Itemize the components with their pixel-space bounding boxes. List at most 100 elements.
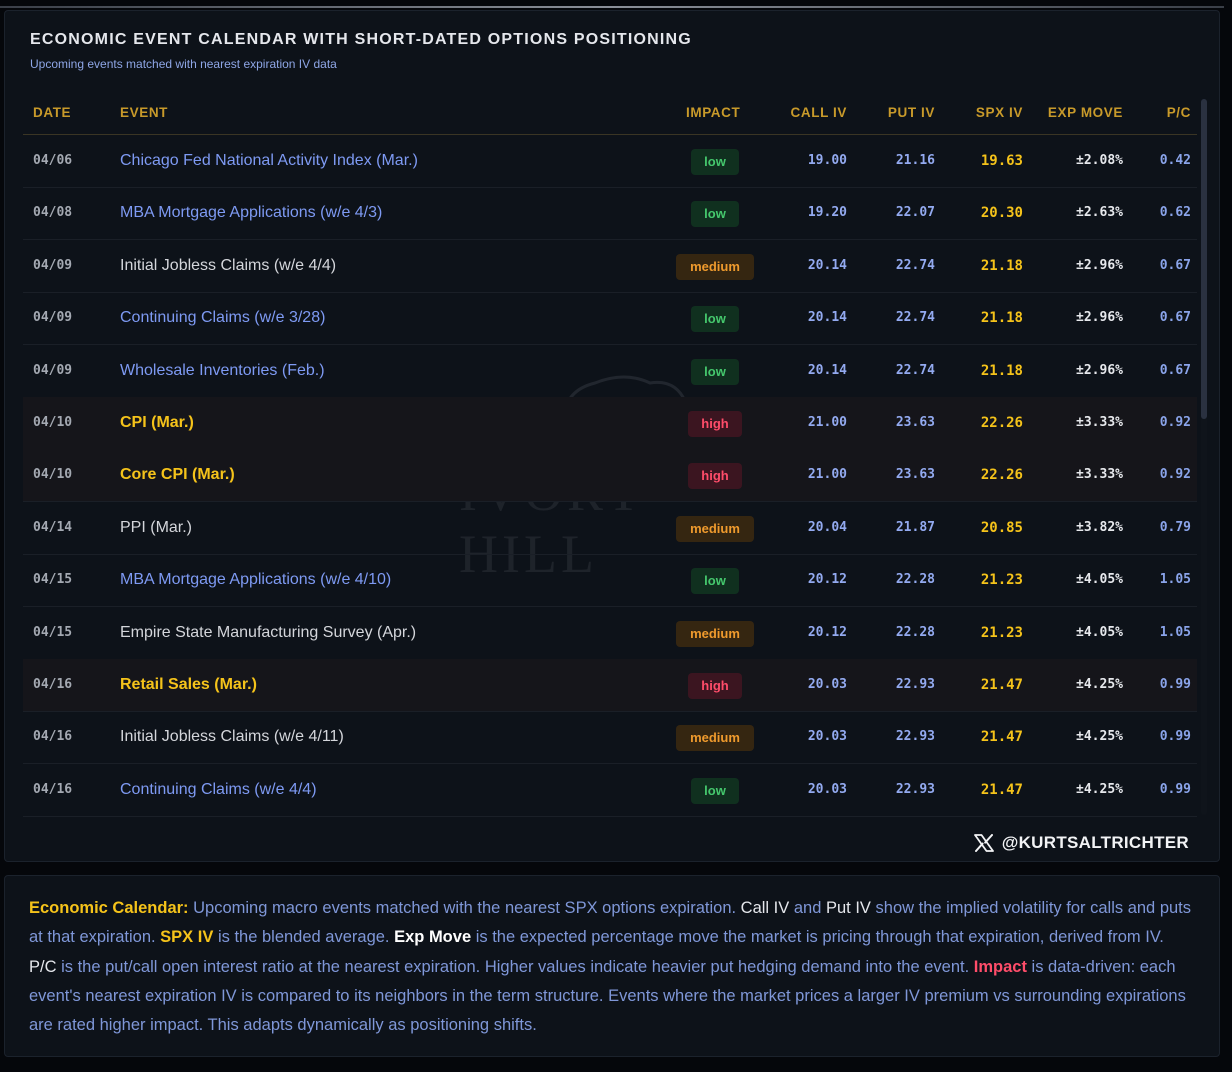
row-put-iv: 23.63 — [895, 415, 935, 430]
info-text-5: is the expected percentage move the mark… — [471, 928, 1164, 947]
row-exp-move: ±2.63% — [1076, 205, 1123, 221]
col-spx-iv[interactable]: SPX IV — [943, 91, 1023, 134]
row-call-iv: 20.14 — [807, 310, 847, 326]
table-row[interactable]: 04/14 PPI (Mar.) medium 20.04 21.87 20.85 ±3.8… — [23, 502, 1197, 555]
row-event[interactable]: CPI (Mar.) — [120, 397, 194, 449]
row-spx-iv: 20.85 — [980, 519, 1023, 536]
row-date: 04/09 — [33, 257, 73, 273]
row-event[interactable]: Wholesale Inventories (Feb.) — [120, 345, 325, 397]
table-header: DATE EVENT IMPACT CALL IV PUT IV SPX IV … — [23, 91, 1197, 135]
impact-badge: low — [691, 149, 739, 175]
impact-badge: medium — [676, 620, 754, 647]
impact-badge: medium — [676, 515, 754, 542]
row-call-iv: 20.03 — [807, 781, 847, 797]
row-event[interactable]: Chicago Fed National Activity Index (Mar… — [120, 135, 418, 187]
row-pc: 0.99 — [1159, 729, 1191, 745]
info-text-6: is the put/call open interest ratio at t… — [56, 957, 974, 976]
col-exp-move[interactable]: EXP MOVE — [1033, 91, 1123, 134]
col-impact[interactable]: IMPACT — [686, 91, 740, 134]
info-put-iv: Put IV — [825, 899, 871, 917]
row-exp-move: ±2.08% — [1076, 153, 1123, 168]
table-row[interactable]: 04/15 MBA Mortgage Applications (w/e 4/10… — [23, 554, 1197, 608]
table-row[interactable]: 04/09 Initial Jobless Claims (w/e 4/4) med… — [23, 240, 1197, 293]
row-event[interactable]: Continuing Claims (w/e 3/28) — [120, 292, 325, 344]
table-row[interactable]: 04/16 Continuing Claims (w/e 4/4) low 20.03… — [23, 764, 1197, 817]
row-event[interactable]: PPI (Mar.) — [120, 502, 192, 554]
row-call-iv: 19.20 — [807, 205, 847, 221]
table-row[interactable]: 04/09 Continuing Claims (w/e 3/28) low 20.1… — [23, 292, 1197, 346]
scrollbar-thumb[interactable] — [1201, 99, 1207, 419]
row-event[interactable]: Initial Jobless Claims (w/e 4/11) — [120, 711, 344, 763]
page-subtitle: Upcoming events matched with nearest exp… — [30, 57, 337, 71]
info-impact: Impact — [973, 957, 1027, 976]
row-exp-move: ±2.96% — [1076, 310, 1123, 326]
calendar-panel: ECONOMIC EVENT CALENDAR WITH SHORT-DATED… — [4, 10, 1220, 862]
col-pc[interactable]: P/C — [1133, 91, 1191, 134]
row-date: 04/08 — [33, 205, 73, 221]
handle-text: @KURTSALTRICHTER — [1001, 833, 1189, 852]
row-spx-iv: 21.18 — [980, 310, 1023, 327]
row-put-iv: 22.28 — [895, 624, 935, 640]
col-date[interactable]: DATE — [33, 91, 71, 134]
info-legend: Economic Calendar: Upcoming macro events… — [4, 875, 1220, 1057]
row-spx-iv: 21.47 — [980, 729, 1023, 746]
table-row[interactable]: 04/08 MBA Mortgage Applications (w/e 4/3)… — [23, 187, 1197, 241]
row-pc: 1.05 — [1159, 572, 1191, 588]
impact-badge: high — [688, 411, 742, 437]
table-scrollbar[interactable] — [1201, 99, 1207, 815]
row-call-iv: 20.04 — [807, 519, 847, 535]
row-call-iv: 21.00 — [807, 467, 847, 483]
row-event[interactable]: MBA Mortgage Applications (w/e 4/10) — [120, 554, 391, 606]
info-spx-iv: SPX IV — [160, 928, 214, 947]
row-call-iv: 20.03 — [807, 677, 847, 692]
row-spx-iv: 21.18 — [980, 362, 1023, 379]
impact-badge: high — [688, 673, 742, 699]
row-event[interactable]: Retail Sales (Mar.) — [120, 659, 257, 711]
row-spx-iv: 21.18 — [980, 257, 1023, 274]
row-pc: 0.92 — [1159, 467, 1191, 483]
row-event[interactable]: Core CPI (Mar.) — [120, 449, 235, 501]
row-exp-move: ±4.25% — [1076, 729, 1123, 745]
table-row[interactable]: 04/16 Initial Jobless Claims (w/e 4/11) me… — [23, 711, 1197, 765]
row-call-iv: 21.00 — [807, 415, 847, 430]
row-pc: 0.62 — [1159, 205, 1191, 221]
info-text-2: and — [789, 899, 826, 917]
col-event[interactable]: EVENT — [120, 91, 168, 134]
row-event[interactable]: Initial Jobless Claims (w/e 4/4) — [120, 240, 336, 292]
row-date: 04/14 — [33, 519, 73, 535]
row-pc: 0.92 — [1159, 415, 1191, 430]
table-row[interactable]: 04/16 Retail Sales (Mar.) high 20.03 22.93 21… — [23, 659, 1197, 712]
info-call-iv: Call IV — [740, 899, 790, 917]
info-text-4: is the blended average. — [213, 928, 395, 947]
row-spx-iv: 21.47 — [980, 781, 1023, 798]
row-exp-move: ±4.05% — [1076, 624, 1123, 640]
col-put-iv[interactable]: PUT IV — [855, 91, 935, 134]
row-date: 04/10 — [33, 415, 73, 430]
top-divider — [0, 6, 1224, 8]
col-call-iv[interactable]: CALL IV — [765, 91, 847, 134]
row-date: 04/16 — [33, 781, 73, 797]
row-pc: 0.67 — [1159, 257, 1191, 273]
row-exp-move: ±3.33% — [1076, 467, 1123, 483]
row-pc: 0.67 — [1159, 362, 1191, 378]
events-table: DATE EVENT IMPACT CALL IV PUT IV SPX IV … — [23, 91, 1197, 817]
table-row[interactable]: 04/09 Wholesale Inventories (Feb.) low 20.1… — [23, 345, 1197, 398]
row-put-iv: 22.93 — [895, 677, 935, 692]
table-row[interactable]: 04/10 Core CPI (Mar.) high 21.00 23.63 22.26 ±… — [23, 449, 1197, 503]
row-event[interactable]: MBA Mortgage Applications (w/e 4/3) — [120, 187, 382, 239]
table-row[interactable]: 04/15 Empire State Manufacturing Survey (… — [23, 607, 1197, 660]
table-row[interactable]: 04/10 CPI (Mar.) high 21.00 23.63 22.26 ±3.33%… — [23, 397, 1197, 450]
row-call-iv: 20.14 — [807, 362, 847, 378]
row-event[interactable]: Empire State Manufacturing Survey (Apr.) — [120, 607, 416, 659]
row-exp-move: ±4.05% — [1076, 572, 1123, 588]
row-event[interactable]: Continuing Claims (w/e 4/4) — [120, 764, 317, 816]
row-put-iv: 22.93 — [895, 781, 935, 797]
info-exp-move: Exp Move — [394, 928, 472, 947]
row-exp-move: ±3.33% — [1076, 415, 1123, 430]
table-row[interactable]: 04/06 Chicago Fed National Activity Index… — [23, 135, 1197, 188]
row-put-iv: 22.74 — [895, 310, 935, 326]
row-spx-iv: 22.26 — [980, 467, 1023, 484]
row-exp-move: ±2.96% — [1076, 257, 1123, 273]
impact-badge: low — [691, 568, 739, 595]
social-handle[interactable]: @KURTSALTRICHTER — [973, 833, 1189, 853]
